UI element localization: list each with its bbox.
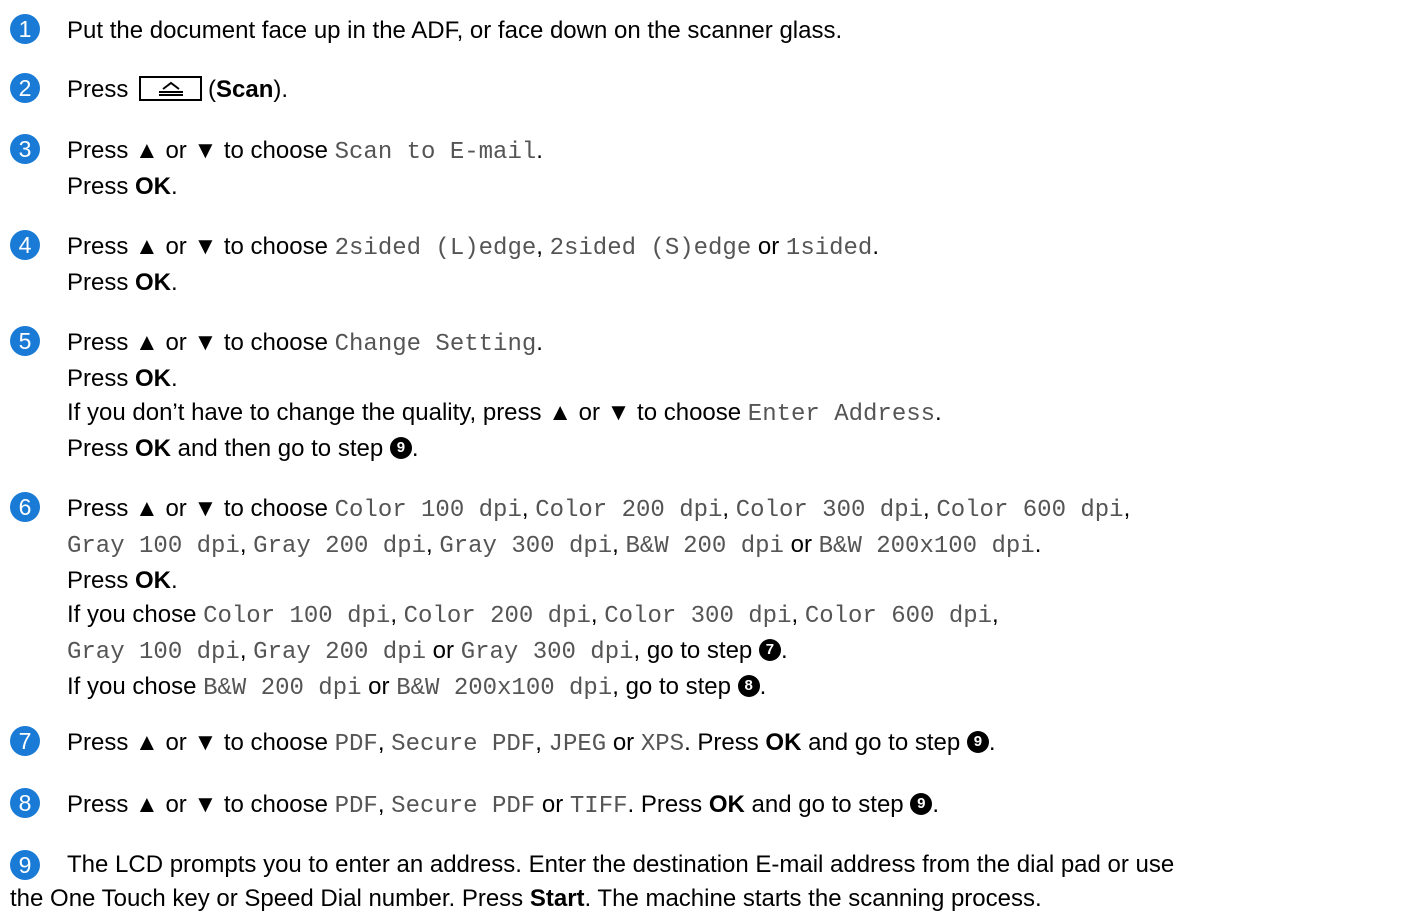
option-bw-200x100: B&W 200x100 dpi xyxy=(818,533,1035,560)
option-scan-to-email: Scan to E-mail xyxy=(334,139,537,166)
start-label: Start xyxy=(529,885,585,912)
if-chose: If you chose xyxy=(67,601,204,628)
step-3-press: Press xyxy=(67,173,136,200)
option-gray-300: Gray 300 dpi xyxy=(439,533,613,560)
format-pdf: PDF xyxy=(334,793,378,820)
step-number-3: 3 xyxy=(10,134,40,164)
option-enter-address: Enter Address xyxy=(747,401,936,428)
ok-label: OK xyxy=(135,173,172,200)
step-2: 2 Press (Scan). xyxy=(10,73,1405,107)
option-color-100: Color 100 dpi xyxy=(334,497,522,524)
or-text: or xyxy=(426,637,461,664)
or-text: or xyxy=(361,673,397,700)
step-ref-9: 9 xyxy=(910,792,933,815)
ok-label: OK xyxy=(135,269,172,296)
go-to-step: , go to step xyxy=(612,673,738,700)
option-color-200: Color 200 dpi xyxy=(403,603,591,630)
format-pdf: PDF xyxy=(334,731,378,758)
option-bw-200x100: B&W 200x100 dpi xyxy=(396,675,613,702)
step-ref-7: 7 xyxy=(758,638,781,661)
ok-label: OK xyxy=(135,365,172,392)
option-gray-200: Gray 200 dpi xyxy=(253,533,426,560)
option-color-300: Color 300 dpi xyxy=(735,497,923,524)
step-2-press: Press xyxy=(67,76,129,103)
step-number-6: 6 xyxy=(10,492,40,522)
or-text: or xyxy=(535,791,570,818)
step-ref-9: 9 xyxy=(966,730,989,753)
option-gray-300: Gray 300 dpi xyxy=(460,639,634,666)
step-9-line-2-end: . The machine starts the scanning proces… xyxy=(584,885,1042,912)
step-4: 4 Press ▲ or ▼ to choose 2sided (L)edge,… xyxy=(10,230,1405,300)
go-to-step: , go to step xyxy=(633,637,759,664)
or-text: or xyxy=(783,531,819,558)
step-6-text: Press ▲ or ▼ to choose xyxy=(67,495,335,522)
step-number-5: 5 xyxy=(10,326,40,356)
or-text: or xyxy=(751,233,786,260)
ok-label: OK xyxy=(135,567,172,594)
option-1sided: 1sided xyxy=(785,235,873,262)
option-2sided-s: 2sided (S)edge xyxy=(549,235,752,262)
step-ref-9: 9 xyxy=(389,436,412,459)
step-4-text: Press ▲ or ▼ to choose xyxy=(67,233,335,260)
step-8: 8 Press ▲ or ▼ to choose PDF, Secure PDF… xyxy=(10,788,1405,824)
or-text: or xyxy=(606,729,641,756)
if-chose: If you chose xyxy=(67,673,204,700)
step-7-text: Press ▲ or ▼ to choose xyxy=(67,729,335,756)
step-number-4: 4 xyxy=(10,230,40,260)
step-5-press: Press xyxy=(67,365,136,392)
step-number-8: 8 xyxy=(10,788,40,818)
step-8-text: Press ▲ or ▼ to choose xyxy=(67,791,335,818)
option-color-300: Color 300 dpi xyxy=(604,603,792,630)
step-6-press: Press xyxy=(67,567,136,594)
go-to-step: and go to step xyxy=(801,729,967,756)
option-gray-200: Gray 200 dpi xyxy=(253,639,426,666)
option-color-100: Color 100 dpi xyxy=(203,603,391,630)
option-color-200: Color 200 dpi xyxy=(535,497,723,524)
step-number-9: 9 xyxy=(10,850,40,880)
step-9-line-1: The LCD prompts you to enter an address.… xyxy=(67,851,1175,878)
step-5-if: If you don’t have to change the quality,… xyxy=(67,399,748,426)
step-number-1: 1 xyxy=(10,14,40,44)
ok-label: OK xyxy=(708,791,745,818)
step-5-press-2: Press xyxy=(67,435,136,462)
ok-label: OK xyxy=(135,435,172,462)
step-5-then: and then go to step xyxy=(171,435,390,462)
step-3: 3 Press ▲ or ▼ to choose Scan to E-mail.… xyxy=(10,134,1405,204)
step-9-line-2: the One Touch key or Speed Dial number. … xyxy=(10,885,530,912)
step-1-text: Put the document face up in the ADF, or … xyxy=(67,17,843,44)
option-color-600: Color 600 dpi xyxy=(804,603,993,630)
step-ref-8: 8 xyxy=(737,674,760,697)
option-gray-100: Gray 100 dpi xyxy=(67,639,240,666)
step-7-press: . Press xyxy=(684,729,766,756)
format-xps: XPS xyxy=(640,731,685,758)
option-2sided-l: 2sided (L)edge xyxy=(334,235,537,262)
step-9: 9 The LCD prompts you to enter an addres… xyxy=(10,850,1405,916)
option-bw-200: B&W 200 dpi xyxy=(625,533,784,560)
step-3-text: Press ▲ or ▼ to choose xyxy=(67,137,335,164)
option-bw-200: B&W 200 dpi xyxy=(203,675,362,702)
step-5-text: Press ▲ or ▼ to choose xyxy=(67,329,335,356)
format-tiff: TIFF xyxy=(569,793,628,820)
step-8-press: . Press xyxy=(627,791,709,818)
go-to-step: and go to step xyxy=(744,791,911,818)
ok-label: OK xyxy=(765,729,802,756)
format-secure-pdf: Secure PDF xyxy=(391,731,536,758)
step-7: 7 Press ▲ or ▼ to choose PDF, Secure PDF… xyxy=(10,726,1405,762)
step-1: 1 Put the document face up in the ADF, o… xyxy=(10,14,1405,48)
step-6: 6 Press ▲ or ▼ to choose Color 100 dpi , … xyxy=(10,492,1405,706)
scan-key-icon xyxy=(139,76,203,102)
option-color-600: Color 600 dpi xyxy=(936,497,1124,524)
option-change-setting: Change Setting xyxy=(334,331,537,358)
scan-key-label: Scan xyxy=(216,76,274,103)
format-jpeg: JPEG xyxy=(548,731,607,758)
option-gray-100: Gray 100 dpi xyxy=(67,533,240,560)
format-secure-pdf: Secure PDF xyxy=(391,793,536,820)
step-4-press: Press xyxy=(67,269,136,296)
step-number-2: 2 xyxy=(10,73,40,103)
step-5: 5 Press ▲ or ▼ to choose Change Setting.… xyxy=(10,326,1405,466)
step-number-7: 7 xyxy=(10,726,40,756)
